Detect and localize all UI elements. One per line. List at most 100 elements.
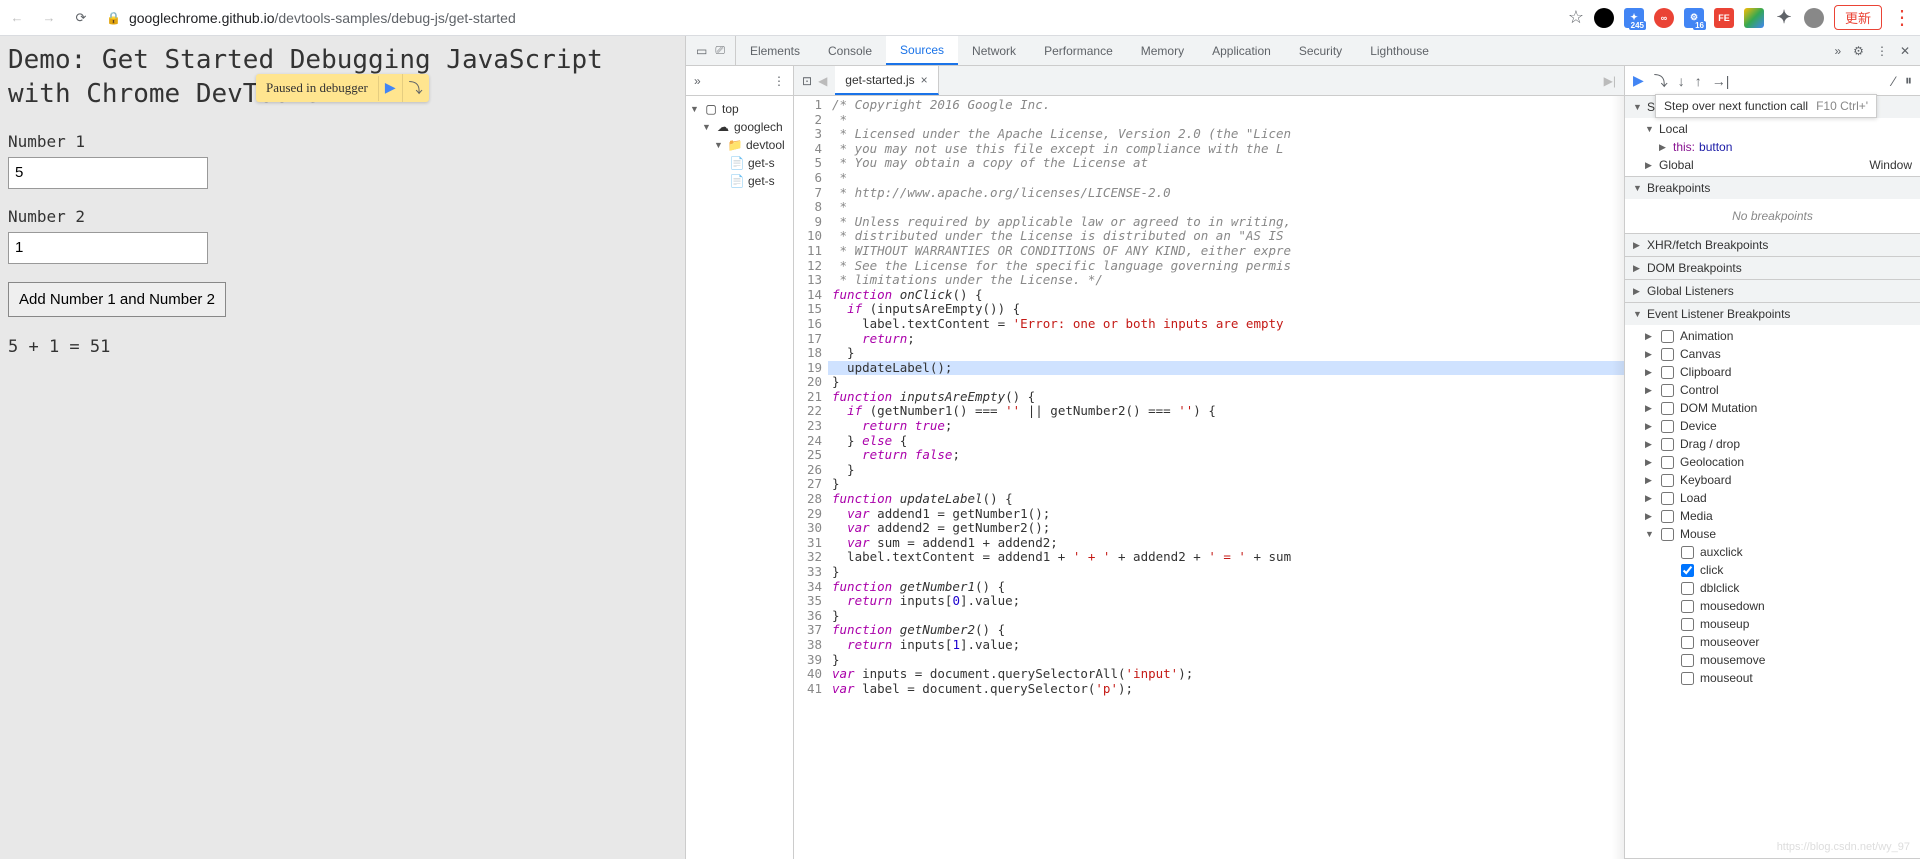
code-line-24[interactable]: } else { bbox=[828, 434, 1624, 449]
reload-button[interactable]: ⟳ bbox=[72, 9, 90, 27]
event-mousemove[interactable]: mousemove bbox=[1625, 651, 1920, 669]
devtools-tab-elements[interactable]: Elements bbox=[736, 36, 814, 65]
resume-overlay-button[interactable]: ▶ bbox=[378, 76, 402, 101]
inspect-element-icon[interactable]: ▭ bbox=[696, 44, 707, 58]
resume-button[interactable]: ▶ bbox=[1633, 72, 1644, 89]
nav-back-button[interactable]: ← bbox=[8, 9, 26, 27]
code-line-40[interactable]: var inputs = document.querySelectorAll('… bbox=[828, 667, 1624, 682]
devtools-tab-console[interactable]: Console bbox=[814, 36, 886, 65]
code-line-8[interactable]: * bbox=[828, 200, 1624, 215]
pause-exceptions-button[interactable]: ⏸ bbox=[1905, 72, 1912, 89]
scope-global[interactable]: ▶GlobalWindow bbox=[1625, 156, 1920, 174]
devtools-close-icon[interactable]: ✕ bbox=[1900, 44, 1910, 58]
event-category-animation[interactable]: ▶ Animation bbox=[1625, 327, 1920, 345]
event-listener-header[interactable]: ▼Event Listener Breakpoints bbox=[1625, 303, 1920, 325]
event-category-control[interactable]: ▶ Control bbox=[1625, 381, 1920, 399]
scope-local[interactable]: ▼Local bbox=[1625, 120, 1920, 138]
ext-icon-5[interactable]: FE bbox=[1714, 8, 1734, 28]
event-dblclick[interactable]: dblclick bbox=[1625, 579, 1920, 597]
code-line-12[interactable]: * See the License for the specific langu… bbox=[828, 259, 1624, 274]
devtools-tab-lighthouse[interactable]: Lighthouse bbox=[1356, 36, 1443, 65]
step-out-button[interactable]: ↑ bbox=[1695, 73, 1702, 89]
code-line-9[interactable]: * Unless required by applicable law or a… bbox=[828, 215, 1624, 230]
code-line-31[interactable]: var sum = addend1 + addend2; bbox=[828, 536, 1624, 551]
devtools-menu-icon[interactable]: ⋮ bbox=[1876, 44, 1888, 58]
code-line-39[interactable]: } bbox=[828, 653, 1624, 668]
code-line-26[interactable]: } bbox=[828, 463, 1624, 478]
ext-icon-3[interactable]: ∞ bbox=[1654, 8, 1674, 28]
devtools-tab-performance[interactable]: Performance bbox=[1030, 36, 1127, 65]
code-line-38[interactable]: return inputs[1].value; bbox=[828, 638, 1624, 653]
code-line-35[interactable]: return inputs[0].value; bbox=[828, 594, 1624, 609]
extensions-puzzle-icon[interactable]: ✦ bbox=[1774, 8, 1794, 28]
tree-domain[interactable]: ▼☁googlech bbox=[686, 118, 793, 136]
code-line-34[interactable]: function getNumber1() { bbox=[828, 580, 1624, 595]
tree-folder[interactable]: ▼📁devtool bbox=[686, 136, 793, 154]
number1-input[interactable] bbox=[8, 157, 208, 189]
address-bar[interactable]: 🔒 googlechrome.github.io/devtools-sample… bbox=[100, 10, 1558, 26]
code-line-19[interactable]: updateLabel(); bbox=[828, 361, 1624, 376]
navigator-more-icon[interactable]: » bbox=[694, 74, 701, 88]
global-listeners-header[interactable]: ▶Global Listeners bbox=[1625, 280, 1920, 302]
settings-gear-icon[interactable]: ⚙ bbox=[1853, 44, 1864, 58]
code-line-41[interactable]: var label = document.querySelector('p'); bbox=[828, 682, 1624, 697]
code-line-16[interactable]: label.textContent = 'Error: one or both … bbox=[828, 317, 1624, 332]
chrome-menu-icon[interactable]: ⋮ bbox=[1892, 5, 1912, 30]
ext-icon-1[interactable] bbox=[1594, 8, 1614, 28]
step-over-button[interactable]: ⤵ bbox=[1654, 71, 1668, 91]
ext-icon-6[interactable] bbox=[1744, 8, 1764, 28]
add-button[interactable]: Add Number 1 and Number 2 bbox=[8, 282, 226, 317]
code-line-37[interactable]: function getNumber2() { bbox=[828, 623, 1624, 638]
code-line-17[interactable]: return; bbox=[828, 332, 1624, 347]
editor-scrollbar[interactable] bbox=[1612, 96, 1624, 859]
event-category-drag-drop[interactable]: ▶ Drag / drop bbox=[1625, 435, 1920, 453]
event-category-load[interactable]: ▶ Load bbox=[1625, 489, 1920, 507]
dom-breakpoints-header[interactable]: ▶DOM Breakpoints bbox=[1625, 257, 1920, 279]
profile-avatar-icon[interactable] bbox=[1804, 8, 1824, 28]
code-line-28[interactable]: function updateLabel() { bbox=[828, 492, 1624, 507]
code-line-5[interactable]: * You may obtain a copy of the License a… bbox=[828, 156, 1624, 171]
tree-file-html[interactable]: 📄get-s bbox=[686, 154, 793, 172]
tree-top[interactable]: ▼▢top bbox=[686, 100, 793, 118]
ext-icon-4[interactable]: ⚙16 bbox=[1684, 8, 1704, 28]
event-category-dom-mutation[interactable]: ▶ DOM Mutation bbox=[1625, 399, 1920, 417]
code-line-32[interactable]: label.textContent = addend1 + ' + ' + ad… bbox=[828, 550, 1624, 565]
bookmark-star-icon[interactable]: ☆ bbox=[1568, 7, 1584, 28]
event-click[interactable]: click bbox=[1625, 561, 1920, 579]
code-line-30[interactable]: var addend2 = getNumber2(); bbox=[828, 521, 1624, 536]
code-line-6[interactable]: * bbox=[828, 171, 1624, 186]
editor-nav-icon[interactable]: ⊡ bbox=[802, 74, 812, 88]
code-line-3[interactable]: * Licensed under the Apache License, Ver… bbox=[828, 127, 1624, 142]
devtools-tab-sources[interactable]: Sources bbox=[886, 36, 958, 65]
breakpoints-header[interactable]: ▼Breakpoints bbox=[1625, 177, 1920, 199]
code-line-22[interactable]: if (getNumber1() === '' || getNumber2() … bbox=[828, 404, 1624, 419]
event-category-canvas[interactable]: ▶ Canvas bbox=[1625, 345, 1920, 363]
tree-file-js[interactable]: 📄get-s bbox=[686, 172, 793, 190]
event-mousedown[interactable]: mousedown bbox=[1625, 597, 1920, 615]
code-line-4[interactable]: * you may not use this file except in co… bbox=[828, 142, 1624, 157]
code-line-25[interactable]: return false; bbox=[828, 448, 1624, 463]
devtools-tab-network[interactable]: Network bbox=[958, 36, 1030, 65]
code-line-15[interactable]: if (inputsAreEmpty()) { bbox=[828, 302, 1624, 317]
code-line-23[interactable]: return true; bbox=[828, 419, 1624, 434]
devtools-tab-memory[interactable]: Memory bbox=[1127, 36, 1198, 65]
code-line-33[interactable]: } bbox=[828, 565, 1624, 580]
devtools-tab-application[interactable]: Application bbox=[1198, 36, 1285, 65]
scope-this[interactable]: ▶this: button bbox=[1625, 138, 1920, 156]
code-line-2[interactable]: * bbox=[828, 113, 1624, 128]
nav-forward-button[interactable]: → bbox=[40, 9, 58, 27]
step-into-button[interactable]: ↓ bbox=[1678, 73, 1685, 89]
event-mouseup[interactable]: mouseup bbox=[1625, 615, 1920, 633]
code-line-1[interactable]: /* Copyright 2016 Google Inc. bbox=[828, 98, 1624, 113]
code-line-21[interactable]: function inputsAreEmpty() { bbox=[828, 390, 1624, 405]
event-category-keyboard[interactable]: ▶ Keyboard bbox=[1625, 471, 1920, 489]
code-line-13[interactable]: * limitations under the License. */ bbox=[828, 273, 1624, 288]
code-line-14[interactable]: function onClick() { bbox=[828, 288, 1624, 303]
editor-back-icon[interactable]: ◀ bbox=[818, 74, 827, 88]
code-line-36[interactable]: } bbox=[828, 609, 1624, 624]
event-auxclick[interactable]: auxclick bbox=[1625, 543, 1920, 561]
event-category-clipboard[interactable]: ▶ Clipboard bbox=[1625, 363, 1920, 381]
event-category-media[interactable]: ▶ Media bbox=[1625, 507, 1920, 525]
ext-icon-2[interactable]: ✦245 bbox=[1624, 8, 1644, 28]
event-mouseout[interactable]: mouseout bbox=[1625, 669, 1920, 687]
